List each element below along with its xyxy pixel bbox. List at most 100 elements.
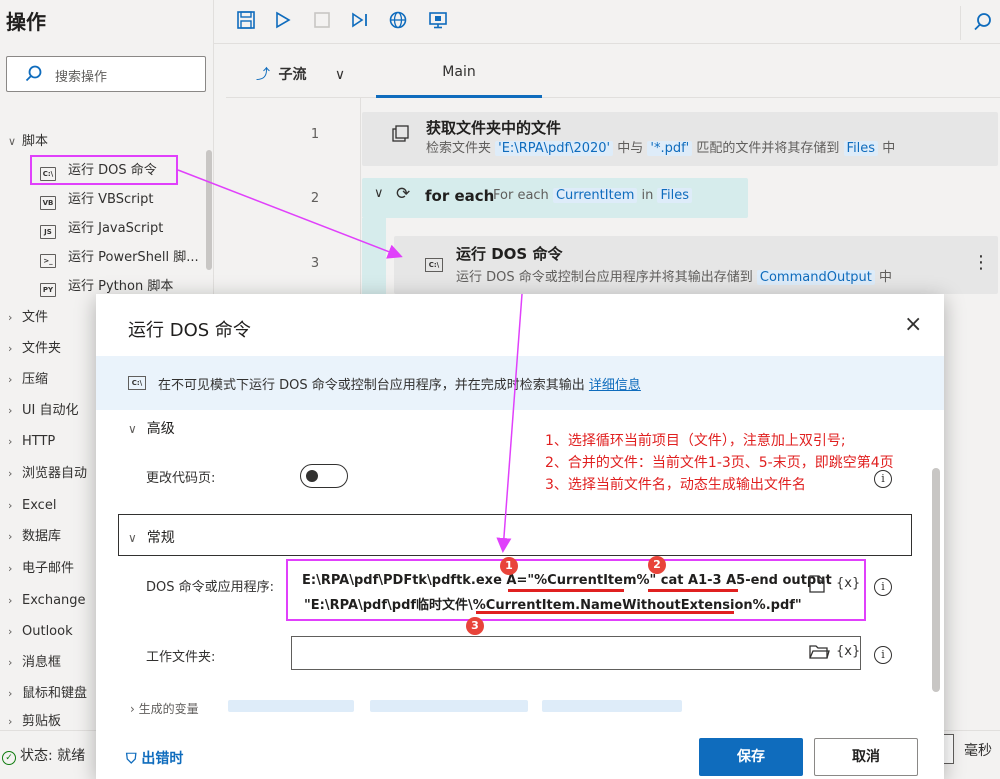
annotation-note: 1、选择循环当前项目（文件），注意加上双引号; [545, 433, 846, 449]
on-error-button[interactable]: ⛉ 出错时 [126, 748, 183, 768]
designer-search-button[interactable] [960, 6, 1000, 40]
generated-variables-header[interactable]: › 生成的变量 [130, 700, 199, 717]
section-general-header-box [118, 514, 912, 556]
chevron-right-icon: › [8, 625, 13, 638]
group-ui-automation[interactable]: › UI 自动化 [0, 399, 78, 423]
group-mouse-keyboard[interactable]: › 鼠标和键盘 [0, 682, 87, 706]
chevron-right-icon: › [8, 594, 13, 607]
chevron-right-icon: › [8, 687, 13, 700]
variable-picker-icon[interactable]: {x} [836, 644, 860, 659]
step-description: 检索文件夹 'E:\RPA\pdf\2020' 中与 '*.pdf' 匹配的文件… [426, 141, 896, 156]
group-label: Exchange [22, 593, 86, 608]
step-description: 运行 DOS 命令或控制台应用程序并将其输出存储到 CommandOutput … [456, 270, 893, 285]
variable-chip[interactable] [542, 700, 682, 712]
action-run-vbscript[interactable]: VB 运行 VBScript [40, 188, 153, 212]
action-label: 运行 JavaScript [68, 221, 164, 236]
cancel-button[interactable]: 取消 [814, 738, 918, 776]
folder-icon[interactable] [808, 642, 830, 662]
action-label: 运行 PowerShell 脚... [68, 250, 199, 265]
dos-command-icon: C:\ [425, 258, 443, 272]
chevron-right-icon: › [8, 342, 13, 355]
step-title: 获取文件夹中的文件 [426, 119, 562, 137]
variable-chip[interactable] [228, 700, 354, 712]
group-exchange[interactable]: › Exchange [0, 589, 86, 613]
group-message-box[interactable]: › 消息框 [0, 651, 61, 675]
group-compress[interactable]: › 压缩 [0, 368, 48, 392]
action-search-input[interactable]: 搜索操作 [6, 56, 206, 92]
desktop-recorder-icon[interactable] [428, 10, 448, 30]
chevron-right-icon: › [8, 499, 13, 512]
save-button[interactable]: 保存 [699, 738, 803, 776]
loop-icon: ⟳ [396, 184, 411, 204]
chevron-down-icon: ∨ [334, 67, 346, 83]
save-icon[interactable] [236, 10, 256, 30]
run-next-action-icon[interactable] [350, 10, 370, 30]
info-text: 在不可见模式下运行 DOS 命令或控制台应用程序，并在完成时检索其输出 详细信息 [158, 378, 641, 393]
section-advanced-header[interactable]: ∨ 高级 [128, 418, 175, 438]
action-run-javascript[interactable]: JS 运行 JavaScript [40, 217, 163, 241]
vbscript-icon: VB [40, 196, 56, 210]
web-recorder-icon[interactable] [388, 10, 408, 30]
group-label: 浏览器自动 [22, 466, 88, 481]
info-icon[interactable]: i [874, 646, 892, 664]
run-icon[interactable] [272, 10, 292, 30]
tabs-bar: ⤴ 子流 ∨ Main [226, 44, 1000, 98]
action-search-placeholder: 搜索操作 [55, 70, 108, 85]
chevron-right-icon: › [8, 530, 13, 543]
codepage-label: 更改代码页: [146, 471, 216, 486]
chevron-right-icon: › [8, 404, 13, 417]
more-info-link[interactable]: 详细信息 [589, 378, 641, 393]
chevron-down-icon[interactable]: ∨ [374, 186, 384, 201]
group-folder[interactable]: › 文件夹 [0, 337, 61, 361]
dos-command-line-1: E:\RPA\pdf\PDFtk\pdftk.exe A="%CurrentIt… [302, 573, 832, 588]
chevron-down-icon: ∨ [128, 531, 137, 545]
close-icon[interactable]: × [904, 312, 922, 337]
python-icon: PY [40, 283, 56, 297]
working-folder-input[interactable] [291, 636, 861, 670]
group-outlook[interactable]: › Outlook [0, 620, 73, 644]
codepage-toggle[interactable] [300, 464, 348, 488]
chevron-down-icon: ∨ [8, 135, 17, 148]
line-number: 1 [310, 127, 320, 142]
dialog-scrollbar[interactable] [932, 468, 940, 692]
group-scripts-label: 脚本 [22, 134, 49, 149]
group-file[interactable]: › 文件 [0, 306, 48, 330]
delay-unit: 毫秒 [964, 743, 992, 759]
chevron-right-icon: › [8, 562, 13, 575]
group-http[interactable]: › HTTP [0, 430, 55, 454]
line-number-gutter [226, 98, 361, 298]
more-options-icon[interactable]: ⋮ [972, 252, 990, 273]
stop-icon[interactable] [312, 10, 332, 30]
annotation-notes: 1、选择循环当前项目（文件），注意加上双引号; 2、合并的文件：当前文件1-3页… [545, 430, 894, 496]
variable-chip[interactable] [370, 700, 528, 712]
chevron-right-icon: › [130, 702, 135, 716]
group-email[interactable]: › 电子邮件 [0, 557, 74, 581]
group-excel[interactable]: › Excel [0, 494, 56, 518]
section-general-header[interactable]: ∨ 常规 [128, 527, 175, 547]
toggle-knob [306, 470, 318, 482]
subflow-dropdown[interactable]: ⤴ 子流 ∨ [256, 64, 345, 84]
subflow-icon: ⤴ [256, 67, 270, 83]
group-browser[interactable]: › 浏览器自动 [0, 462, 87, 486]
group-label: 数据库 [22, 529, 62, 544]
search-icon [974, 13, 991, 31]
group-database[interactable]: › 数据库 [0, 525, 61, 549]
toolbar [214, 0, 1000, 44]
powershell-icon: >_ [40, 254, 56, 268]
sidebar-scrollbar[interactable] [206, 150, 212, 270]
group-label: Excel [22, 498, 57, 513]
working-folder-label: 工作文件夹: [146, 650, 216, 665]
action-run-powershell[interactable]: >_ 运行 PowerShell 脚... [40, 246, 199, 270]
step-title: for each [425, 187, 495, 205]
actions-title: 操作 [6, 10, 46, 34]
tab-main[interactable]: Main [376, 44, 542, 98]
group-scripts[interactable]: ∨ 脚本 [0, 130, 48, 154]
group-label: 鼠标和键盘 [22, 686, 88, 701]
variable-picker-icon[interactable]: {x} [836, 576, 860, 591]
info-icon[interactable]: i [874, 578, 892, 596]
group-label: 消息框 [22, 655, 62, 670]
tab-main-label: Main [442, 64, 476, 80]
badge-2: 2 [648, 556, 666, 574]
dialog-title: 运行 DOS 命令 [128, 320, 251, 341]
file-picker-icon[interactable] [808, 574, 826, 594]
